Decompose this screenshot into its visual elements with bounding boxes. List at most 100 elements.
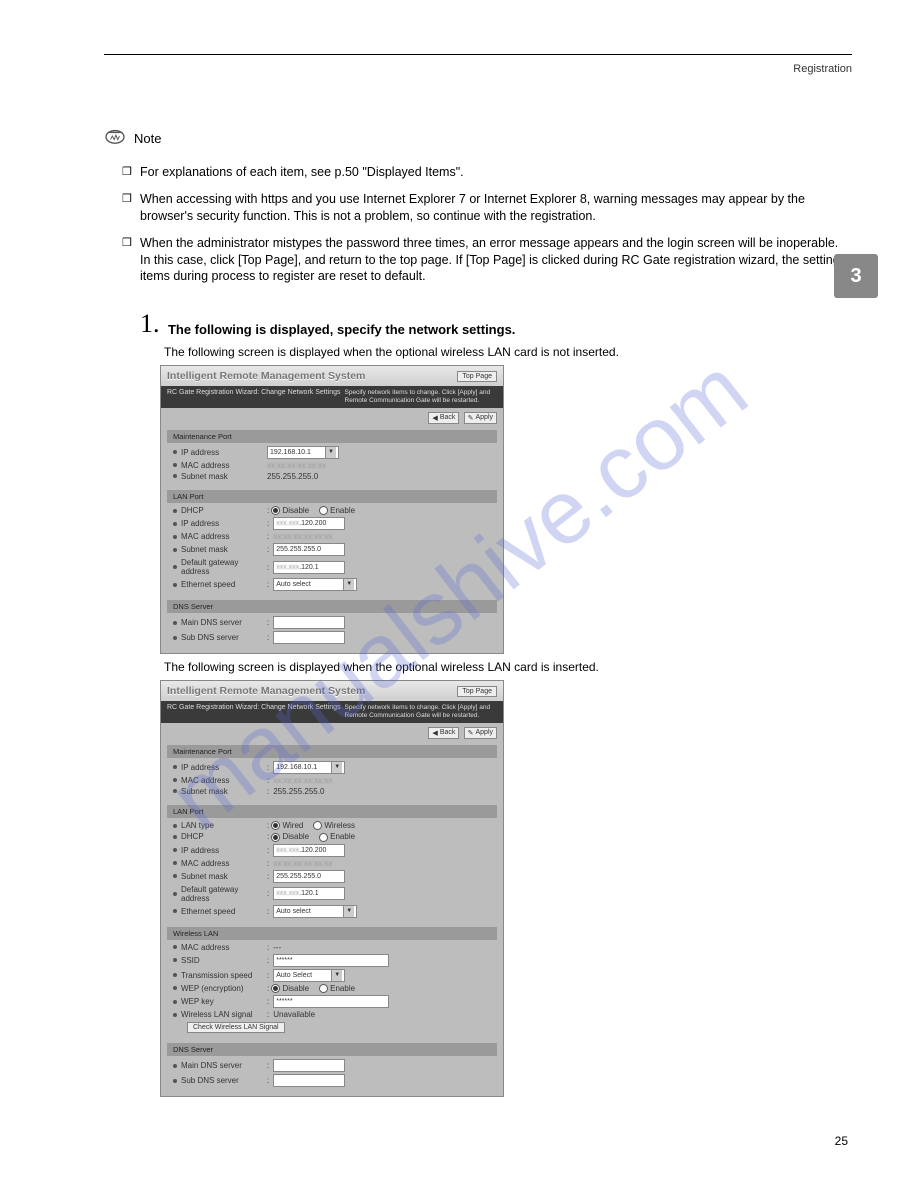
apply-icon: ✎ xyxy=(468,414,474,422)
radio-wired[interactable] xyxy=(271,821,280,830)
wlan-signal: Unavailable xyxy=(273,1010,491,1019)
radio-disable[interactable] xyxy=(271,833,280,842)
lan-ip-input[interactable]: xxx.xxx.120.200 xyxy=(273,844,345,857)
maint-mac: xx:xx:xx:xx:xx:xx xyxy=(267,461,491,470)
label-dhcp: DHCP xyxy=(181,832,263,841)
radio-disable[interactable] xyxy=(271,506,280,515)
label-mac: MAC address xyxy=(181,461,263,470)
note-bullets: For explanations of each item, see p.50 … xyxy=(122,164,852,285)
bullet-item: For explanations of each item, see p.50 … xyxy=(122,164,852,181)
back-icon: ◀ xyxy=(432,729,437,737)
maint-subnet: 255.255.255.0 xyxy=(267,472,491,481)
ethernet-speed-select[interactable]: Auto select▼ xyxy=(273,578,357,591)
dhcp-radio-group: : DisableEnable xyxy=(267,506,355,515)
radio-enable[interactable] xyxy=(319,833,328,842)
section-lan: LAN Port xyxy=(167,805,497,818)
lan-ip-input[interactable]: xxx.xxx.120.200 xyxy=(273,517,345,530)
lan-mac: xx:xx:xx:xx:xx:xx xyxy=(273,532,491,541)
top-page-button[interactable]: Top Page xyxy=(457,371,497,382)
label-tspeed: Transmission speed xyxy=(181,971,263,980)
section-maintenance: Maintenance Port xyxy=(167,745,497,758)
gateway-input[interactable]: xxx.xxx.120.1 xyxy=(273,561,345,574)
label-ip: IP address xyxy=(181,763,263,772)
apply-button[interactable]: ✎Apply xyxy=(464,727,497,739)
bullet-item: When accessing with https and you use In… xyxy=(122,191,852,225)
apply-button[interactable]: ✎Apply xyxy=(464,412,497,424)
label-maindns: Main DNS server xyxy=(181,1061,263,1070)
shot-title: Intelligent Remote Management System xyxy=(167,370,365,382)
label-mac: MAC address xyxy=(181,943,263,952)
breadcrumb: RC Gate Registration Wizard: Change Netw… xyxy=(167,704,341,720)
maint-mac: xx:xx:xx:xx:xx:xx xyxy=(273,776,491,785)
ssid-input[interactable]: ****** xyxy=(273,954,389,967)
label-wepkey: WEP key xyxy=(181,997,263,1006)
screenshot-no-wlan: Intelligent Remote Management System Top… xyxy=(160,365,504,654)
label-dhcp: DHCP xyxy=(181,506,263,515)
maint-subnet: 255.255.255.0 xyxy=(273,787,491,796)
radio-enable[interactable] xyxy=(319,984,328,993)
radio-enable[interactable] xyxy=(319,506,328,515)
shot-title: Intelligent Remote Management System xyxy=(167,685,365,697)
label-wsig: Wireless LAN signal xyxy=(181,1010,263,1019)
lan-subnet-input[interactable]: 255.255.255.0 xyxy=(273,543,345,556)
label-subdns: Sub DNS server xyxy=(181,633,263,642)
main-dns-input[interactable] xyxy=(273,1059,345,1072)
breadcrumb: RC Gate Registration Wizard: Change Netw… xyxy=(167,389,341,405)
label-subdns: Sub DNS server xyxy=(181,1076,263,1085)
ethernet-speed-select[interactable]: Auto select▼ xyxy=(273,905,357,918)
note-icon xyxy=(104,127,126,150)
wlan-mac: --- xyxy=(273,943,491,952)
wep-radio-group: : DisableEnable xyxy=(267,984,355,993)
chapter-tab: 3 xyxy=(834,254,878,298)
sub-dns-input[interactable] xyxy=(273,631,345,644)
label-mac: MAC address xyxy=(181,859,263,868)
back-button[interactable]: ◀Back xyxy=(428,727,459,739)
label-subnet: Subnet mask xyxy=(181,472,263,481)
step-number: 1. xyxy=(140,309,160,338)
sub-dns-input[interactable] xyxy=(273,1074,345,1087)
subbar-instruction: Specify network items to change. Click [… xyxy=(341,704,497,720)
radio-wireless[interactable] xyxy=(313,821,322,830)
label-subnet: Subnet mask xyxy=(181,545,263,554)
bullet-item: When the administrator mistypes the pass… xyxy=(122,235,852,286)
label-ip: IP address xyxy=(181,846,263,855)
transmission-speed-select[interactable]: Auto Select▼ xyxy=(273,969,345,982)
apply-icon: ✎ xyxy=(468,729,474,737)
radio-disable[interactable] xyxy=(271,984,280,993)
label-gateway: Default gateway address xyxy=(181,558,263,576)
step-subtext: The following screen is displayed when t… xyxy=(164,345,852,359)
back-icon: ◀ xyxy=(432,414,437,422)
label-maindns: Main DNS server xyxy=(181,618,263,627)
note-label: Note xyxy=(134,131,161,146)
lan-subnet-input[interactable]: 255.255.255.0 xyxy=(273,870,345,883)
section-maintenance: Maintenance Port xyxy=(167,430,497,443)
page-header-right: Registration xyxy=(104,63,852,75)
label-ip: IP address xyxy=(181,448,263,457)
page-number: 25 xyxy=(835,1134,848,1148)
back-button[interactable]: ◀Back xyxy=(428,412,459,424)
note-row: Note xyxy=(104,127,852,150)
maint-ip-select[interactable]: 192.168.10.1▼ xyxy=(267,446,339,459)
lantype-radio-group: : WiredWireless xyxy=(267,821,355,830)
top-rule xyxy=(104,54,852,55)
gateway-input[interactable]: xxx.xxx.120.1 xyxy=(273,887,345,900)
dhcp-radio-group: : DisableEnable xyxy=(267,832,355,841)
section-dns: DNS Server xyxy=(167,1043,497,1056)
step-text: The following is displayed, specify the … xyxy=(168,322,515,337)
label-gateway: Default gateway address xyxy=(181,885,263,903)
label-subnet: Subnet mask xyxy=(181,872,263,881)
screenshot-with-wlan: Intelligent Remote Management System Top… xyxy=(160,680,504,1097)
label-ssid: SSID xyxy=(181,956,263,965)
step-heading: 1. The following is displayed, specify t… xyxy=(140,309,852,339)
wepkey-input[interactable]: ****** xyxy=(273,995,389,1008)
check-wlan-signal-button[interactable]: Check Wireless LAN Signal xyxy=(187,1022,285,1033)
maint-ip-select[interactable]: 192.168.10.1▼ xyxy=(273,761,345,774)
label-espeed: Ethernet speed xyxy=(181,907,263,916)
section-lan: LAN Port xyxy=(167,490,497,503)
label-subnet: Subnet mask xyxy=(181,787,263,796)
step-subtext-2: The following screen is displayed when t… xyxy=(164,660,852,674)
main-dns-input[interactable] xyxy=(273,616,345,629)
label-wep: WEP (encryption) xyxy=(181,984,263,993)
top-page-button[interactable]: Top Page xyxy=(457,686,497,697)
label-mac: MAC address xyxy=(181,532,263,541)
